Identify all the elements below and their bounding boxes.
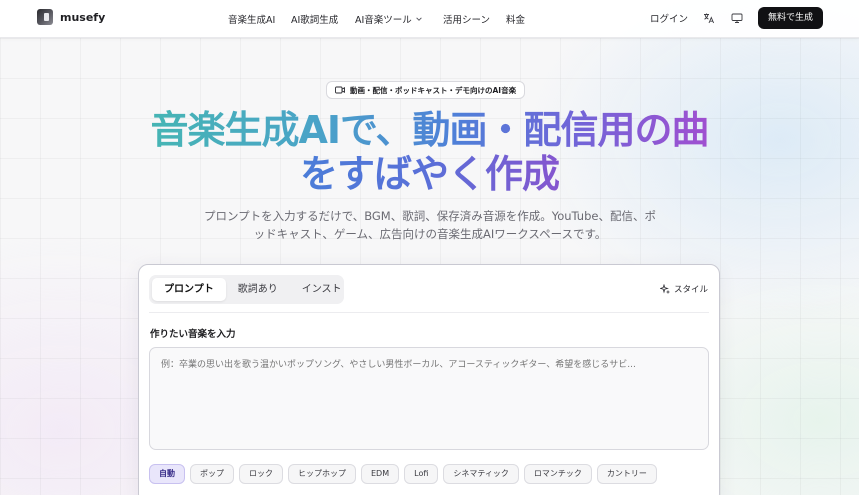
nav-item-label: 料金	[506, 15, 526, 26]
nav-item-music-ai[interactable]: 音楽生成AI	[228, 12, 291, 26]
nav-item-ai-tools[interactable]: AI音楽ツール	[355, 12, 443, 26]
hero-subtitle: プロンプトを入力するだけで、BGM、歌詞、保存済み音源を作成。YouTube、配…	[204, 209, 656, 241]
chip-rock[interactable]: ロック	[239, 464, 283, 484]
chip-country[interactable]: カントリー	[596, 464, 657, 484]
mode-tabs: プロンプト 歌詞あり インスト	[149, 275, 344, 304]
header-actions: ログイン 無料で生成	[650, 7, 823, 29]
hero-badge: 動画・配信・ポッドキャスト・デモ向けのAI音楽	[326, 81, 526, 99]
nav-item-label: 音楽生成AI	[228, 15, 276, 26]
hero-title-line1: 音楽生成AIで、動画・配信用の曲	[150, 108, 709, 152]
generate-free-button[interactable]: 無料で生成	[757, 7, 823, 29]
brand-logo[interactable]: musefy	[37, 9, 105, 25]
monitor-icon[interactable]	[730, 11, 744, 25]
nav-item-label: AI音楽ツール	[355, 15, 412, 26]
style-button[interactable]: スタイル	[659, 283, 708, 295]
chip-hiphop[interactable]: ヒップホップ	[288, 464, 356, 484]
brand-name: musefy	[60, 10, 106, 24]
chip-lofi[interactable]: Lofi	[404, 464, 439, 484]
hero-title: 音楽生成AIで、動画・配信用の曲 をすばやく作成	[0, 108, 859, 196]
login-link[interactable]: ログイン	[650, 11, 688, 25]
translate-icon[interactable]	[702, 11, 716, 25]
sparkle-icon	[659, 284, 670, 294]
top-header: musefy 音楽生成AI AI歌詞生成 AI音楽ツール 活用シーン 料金 ログ…	[0, 0, 859, 38]
hero-badge-text: 動画・配信・ポッドキャスト・デモ向けのAI音楽	[350, 85, 517, 95]
generator-card: プロンプト 歌詞あり インスト スタイル 作りたい音楽を入力 自動 ポップ ロッ…	[138, 264, 720, 495]
chip-edm[interactable]: EDM	[361, 464, 400, 484]
chip-auto[interactable]: 自動	[149, 464, 185, 484]
tab-instrumental[interactable]: インスト	[290, 278, 354, 301]
logo-icon	[37, 9, 53, 25]
style-button-label: スタイル	[673, 285, 708, 295]
nav-item-label: 活用シーン	[443, 15, 491, 26]
nav-item-pricing[interactable]: 料金	[506, 12, 525, 26]
video-camera-icon	[335, 86, 345, 94]
chip-cinematic[interactable]: シネマティック	[443, 464, 519, 484]
chevron-down-icon	[416, 17, 422, 21]
chip-romantic[interactable]: ロマンチック	[523, 464, 592, 484]
chip-pop[interactable]: ポップ	[190, 464, 234, 484]
hero-title-line2: をすばやく作成	[299, 152, 560, 196]
tab-lyrics[interactable]: 歌詞あり	[226, 278, 290, 301]
nav-item-use-cases[interactable]: 活用シーン	[443, 12, 506, 26]
tab-prompt[interactable]: プロンプト	[152, 278, 226, 301]
nav-item-lyrics-ai[interactable]: AI歌詞生成	[291, 12, 355, 26]
nav-item-label: AI歌詞生成	[291, 15, 339, 26]
main-nav: 音楽生成AI AI歌詞生成 AI音楽ツール 活用シーン 料金	[228, 12, 525, 26]
prompt-field-label: 作りたい音楽を入力	[150, 329, 236, 340]
prompt-input[interactable]	[149, 347, 709, 450]
card-divider	[149, 312, 709, 313]
genre-chips: 自動 ポップ ロック ヒップホップ EDM Lofi シネマティック ロマンチッ…	[149, 464, 657, 484]
